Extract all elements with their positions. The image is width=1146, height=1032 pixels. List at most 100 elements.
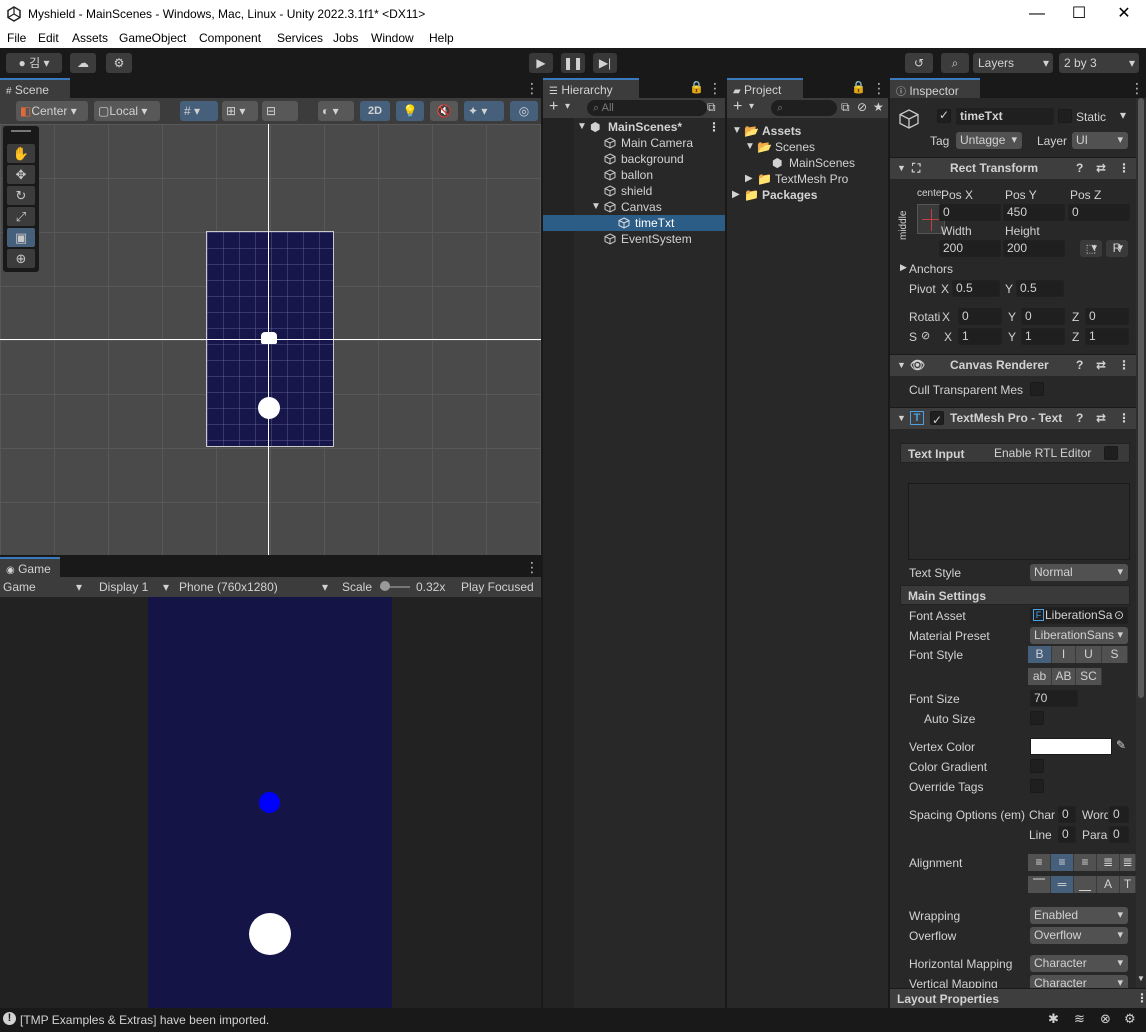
- canvas-renderer-header[interactable]: ▼ 👁 Canvas Renderer ? ⇄ ⋮: [890, 354, 1146, 376]
- vertex-color-swatch[interactable]: [1030, 738, 1112, 755]
- folder-packages[interactable]: ▶ 📁 Packages: [727, 187, 888, 203]
- ballon-sprite[interactable]: [258, 397, 280, 419]
- align-right-button[interactable]: ≡: [1074, 854, 1097, 871]
- pause-button[interactable]: ❚❚: [561, 53, 585, 73]
- increment-snap-button[interactable]: ⊞ ▾: [222, 101, 258, 121]
- expand-arrow-icon[interactable]: ▼: [745, 139, 755, 155]
- help-icon[interactable]: ?: [1076, 408, 1083, 429]
- space-dropdown[interactable]: ▢Local ▾: [94, 101, 160, 121]
- posx-field[interactable]: 0: [939, 204, 1001, 221]
- grid-snap-button[interactable]: # ▾: [180, 101, 218, 121]
- bold-button[interactable]: B: [1028, 646, 1052, 663]
- display-dropdown[interactable]: Display 1: [99, 580, 148, 594]
- kebab-menu-icon[interactable]: ⋮: [1118, 408, 1130, 429]
- font-size-field[interactable]: 70: [1030, 690, 1078, 707]
- step-button[interactable]: ▶|: [593, 53, 617, 73]
- pivot-x-field[interactable]: 0.5: [952, 280, 1000, 297]
- account-dropdown[interactable]: ● 김 ▾: [6, 53, 62, 73]
- expand-arrow-icon[interactable]: ▶: [900, 262, 907, 273]
- tab-hierarchy[interactable]: ☰ Hierarchy: [543, 78, 639, 98]
- eyedropper-icon[interactable]: ✎: [1116, 738, 1126, 752]
- underline-button[interactable]: U: [1076, 646, 1102, 663]
- move-tool-button[interactable]: ✥: [7, 165, 35, 184]
- lock-icon[interactable]: 🔒: [851, 80, 866, 94]
- kebab-menu-icon[interactable]: ⋮: [1136, 991, 1146, 1005]
- color-gradient-checkbox[interactable]: [1030, 759, 1044, 773]
- smallcaps-button[interactable]: SC: [1076, 668, 1102, 685]
- posz-field[interactable]: 0: [1068, 204, 1130, 221]
- game-mode-dropdown[interactable]: Game: [3, 580, 36, 594]
- audio-toggle[interactable]: 🔇: [430, 101, 458, 121]
- horizontal-mapping-dropdown[interactable]: Character: [1030, 955, 1128, 972]
- visibility-toggle[interactable]: ◎: [510, 101, 538, 121]
- align-justify-button[interactable]: ≣: [1097, 854, 1120, 871]
- layer-dropdown[interactable]: UI: [1072, 132, 1128, 149]
- lowercase-button[interactable]: ab: [1028, 668, 1052, 685]
- layers-dropdown[interactable]: Layers ▾: [973, 53, 1053, 73]
- kebab-menu-icon[interactable]: ⋮: [1130, 80, 1144, 97]
- scroll-down-icon[interactable]: ▼: [1137, 974, 1145, 983]
- folder-assets[interactable]: ▼ 📂 Assets: [727, 123, 888, 139]
- expand-arrow-icon[interactable]: ▶: [745, 171, 753, 187]
- align-flush-button[interactable]: ≣: [1120, 854, 1136, 871]
- project-search-input[interactable]: ⌕: [771, 100, 837, 116]
- menu-services[interactable]: Services: [277, 31, 323, 45]
- align-left-button[interactable]: ≡: [1028, 854, 1051, 871]
- posy-field[interactable]: 450: [1003, 204, 1065, 221]
- cull-checkbox[interactable]: [1030, 382, 1044, 396]
- scene-asset[interactable]: ⬢ MainScenes: [727, 155, 888, 171]
- align-baseline-button[interactable]: A: [1097, 876, 1120, 893]
- scrollbar-thumb[interactable]: [1138, 98, 1144, 698]
- expand-arrow-icon[interactable]: ▶: [732, 187, 740, 203]
- bug-icon[interactable]: ✱: [1048, 1011, 1059, 1027]
- filter-icon[interactable]: ⧉: [707, 100, 716, 115]
- align-bottom-button[interactable]: ⎽: [1074, 876, 1097, 893]
- wrapping-dropdown[interactable]: Enabled: [1030, 907, 1128, 924]
- layout-dropdown[interactable]: 2 by 3 ▾: [1059, 53, 1139, 73]
- palette-grip[interactable]: [11, 130, 31, 132]
- scale-slider-thumb[interactable]: [380, 581, 390, 591]
- auto-size-checkbox[interactable]: [1030, 711, 1044, 725]
- char-spacing-field[interactable]: 0: [1058, 806, 1076, 823]
- tab-scene[interactable]: # Scene: [0, 78, 70, 98]
- rotation-z-field[interactable]: 0: [1085, 308, 1129, 325]
- list-item-selected[interactable]: timeTxt: [543, 215, 725, 231]
- history-button[interactable]: ↺: [905, 53, 933, 73]
- expand-arrow-icon[interactable]: ▼: [591, 199, 601, 215]
- list-item[interactable]: Main Camera: [543, 135, 725, 151]
- menu-component[interactable]: Component: [199, 31, 261, 45]
- menu-assets[interactable]: Assets: [72, 31, 108, 45]
- draw-mode-button[interactable]: ◐ ▾: [318, 101, 354, 121]
- folder-scenes[interactable]: ▼ 📂 Scenes: [727, 139, 888, 155]
- active-checkbox[interactable]: [937, 108, 951, 123]
- menu-file[interactable]: File: [7, 31, 26, 45]
- pivot-dropdown[interactable]: ◧Center ▾: [16, 101, 88, 121]
- network-icon[interactable]: ⊗: [1100, 1011, 1111, 1027]
- expand-arrow-icon[interactable]: ▼: [577, 119, 587, 135]
- add-icon[interactable]: +: [733, 98, 742, 116]
- pivot-y-field[interactable]: 0.5: [1016, 280, 1064, 297]
- menu-window[interactable]: Window: [371, 31, 414, 45]
- tab-inspector[interactable]: ⓘ Inspector: [890, 78, 980, 98]
- scale-x-field[interactable]: 1: [958, 328, 1002, 345]
- list-item[interactable]: ▼ Canvas: [543, 199, 725, 215]
- scale-tool-button[interactable]: ⤢: [7, 207, 35, 226]
- minimize-button[interactable]: —: [1027, 4, 1047, 24]
- scene-viewport[interactable]: [0, 124, 541, 555]
- align-top-button[interactable]: ⎺: [1028, 876, 1051, 893]
- list-item[interactable]: background: [543, 151, 725, 167]
- kebab-menu-icon[interactable]: ⋮: [525, 559, 539, 576]
- text-style-dropdown[interactable]: Normal: [1030, 564, 1128, 581]
- object-name-field[interactable]: timeTxt: [956, 108, 1054, 125]
- cloud-button[interactable]: ☁: [70, 53, 96, 73]
- kebab-menu-icon[interactable]: ⋮: [1118, 158, 1130, 179]
- kebab-menu-icon[interactable]: ⋮: [525, 80, 539, 97]
- tag-dropdown[interactable]: Untagge: [956, 132, 1022, 149]
- material-dropdown[interactable]: LiberationSans: [1030, 627, 1128, 644]
- width-field[interactable]: 200: [939, 240, 1001, 257]
- kebab-menu-icon[interactable]: ⋮: [1118, 355, 1130, 376]
- chevron-down-icon[interactable]: ▾: [565, 101, 570, 112]
- hierarchy-search-input[interactable]: ⌕ All: [587, 100, 707, 116]
- menu-help[interactable]: Help: [429, 31, 454, 45]
- ruler-button[interactable]: ⊟: [262, 101, 298, 121]
